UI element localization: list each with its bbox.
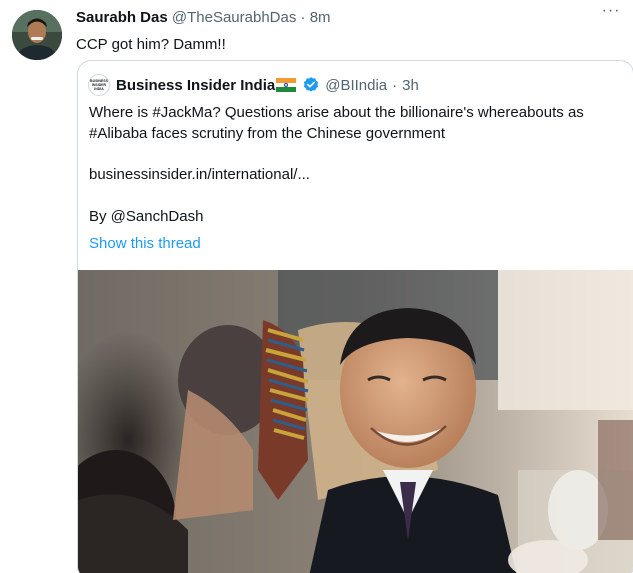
- author-avatar[interactable]: [12, 10, 62, 60]
- quoted-author-handle[interactable]: @BIIndia: [325, 77, 387, 94]
- quoted-tweet-photo[interactable]: [78, 270, 633, 573]
- quoted-tweet-card[interactable]: BUSINESS INSIDER INDIA Business Insider …: [77, 60, 633, 573]
- quoted-text-line-1: Where is #JackMa? Questions arise about …: [89, 104, 584, 121]
- show-thread-link[interactable]: Show this thread: [89, 234, 201, 254]
- author-handle[interactable]: @TheSaurabhDas: [172, 9, 296, 26]
- logo-line-3: INDIA: [94, 87, 104, 91]
- separator-dot: ·: [392, 76, 398, 94]
- quoted-tweet-header: BUSINESS INSIDER INDIA Business Insider …: [88, 74, 419, 96]
- tweet-header: Saurabh Das @TheSaurabhDas · 8m: [76, 8, 331, 28]
- verified-badge-icon: [304, 77, 319, 92]
- more-horizontal-icon[interactable]: ···: [599, 3, 623, 24]
- byline: By @SanchDash: [89, 208, 204, 225]
- business-insider-logo[interactable]: BUSINESS INSIDER INDIA: [88, 74, 110, 96]
- india-flag-icon: [276, 78, 297, 92]
- quoted-text-line-2: #Alibaba faces scrutiny from the Chinese…: [89, 125, 446, 142]
- quoted-tweet-text: Where is #JackMa? Questions arise about …: [89, 102, 619, 144]
- tweet-text: CCP got him? Damm!!: [76, 36, 226, 53]
- author-name[interactable]: Saurabh Das: [76, 9, 168, 26]
- tweet-timestamp[interactable]: 8m: [310, 9, 331, 26]
- article-link[interactable]: businessinsider.in/international/...: [89, 165, 310, 185]
- quoted-timestamp[interactable]: 3h: [402, 77, 419, 94]
- separator-dot: ·: [300, 9, 306, 26]
- quoted-author-name[interactable]: Business Insider India: [116, 77, 275, 94]
